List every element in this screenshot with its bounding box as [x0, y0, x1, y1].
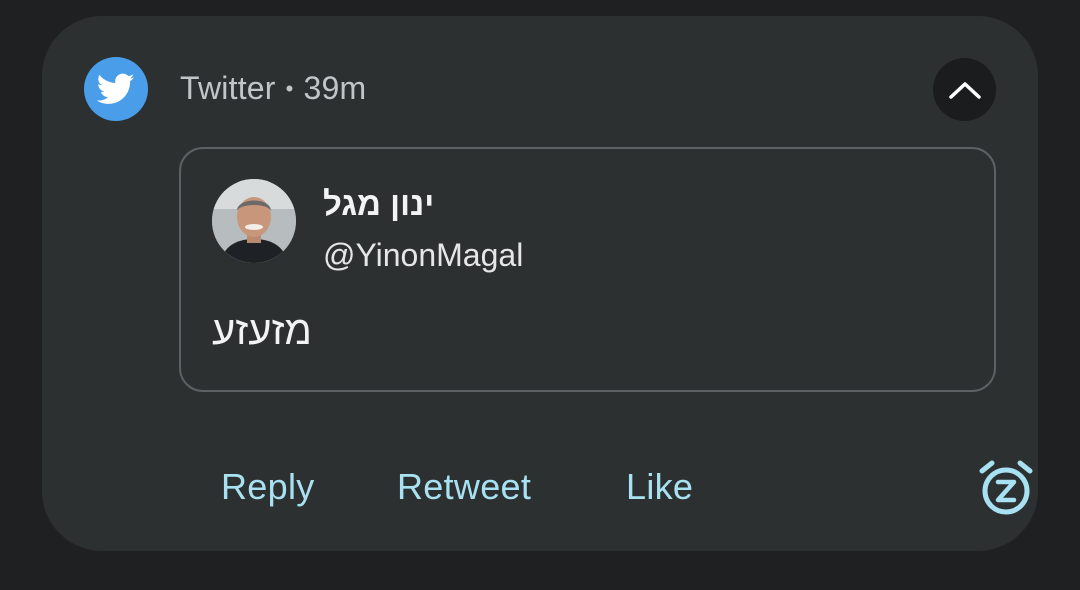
notification-time: 39m [303, 70, 367, 106]
like-button[interactable]: Like [626, 466, 693, 508]
author-avatar [212, 179, 296, 263]
tweet-author-handle: @YinonMagal [323, 237, 524, 273]
tweet-text: מזעזע [212, 309, 312, 353]
twitter-bird-icon [97, 73, 135, 104]
snooze-alarm-icon [979, 460, 1033, 515]
reply-button[interactable]: Reply [221, 466, 315, 508]
tweet-card[interactable]: ינון מגל @YinonMagal מזעזע [179, 147, 996, 392]
tweet-author-name: ינון מגל [323, 185, 435, 222]
app-name: Twitter [180, 70, 276, 106]
snooze-button[interactable] [976, 458, 1036, 518]
notification-header: Twitter • 39m [180, 70, 366, 107]
notification-card[interactable]: Twitter • 39m ינון מגל @YinonMagal מזעזע R… [42, 16, 1038, 551]
twitter-app-icon [84, 57, 148, 121]
retweet-button[interactable]: Retweet [397, 466, 531, 508]
header-separator: • [285, 76, 294, 101]
chevron-up-icon [948, 81, 981, 99]
collapse-button[interactable] [933, 58, 996, 121]
